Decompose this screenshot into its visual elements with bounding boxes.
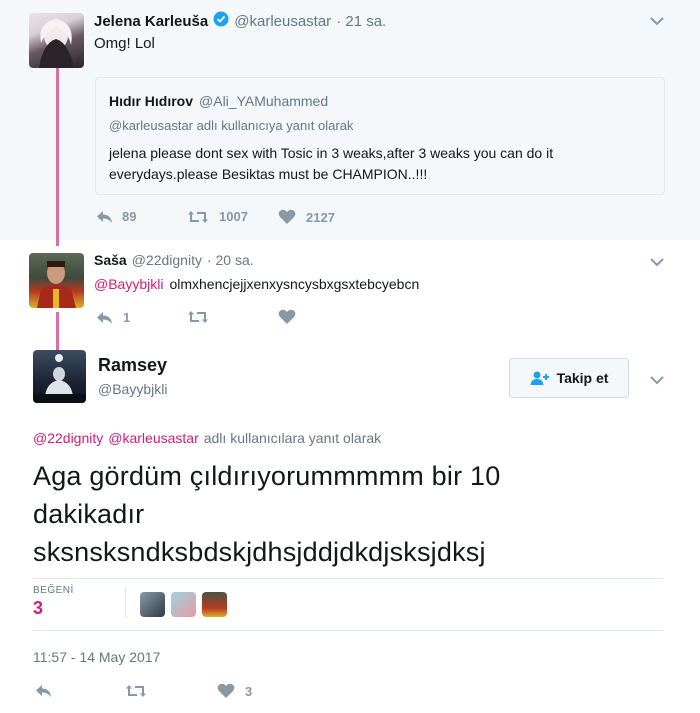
display-name[interactable]: Saša — [94, 252, 127, 268]
avatar[interactable] — [29, 13, 84, 68]
display-name[interactable]: Jelena Karleuša — [94, 13, 208, 30]
retweet-button[interactable] — [187, 310, 209, 324]
quoted-text-line: jelena please dont sex with Tosic in 3 w… — [109, 145, 554, 161]
like-button[interactable] — [278, 309, 296, 325]
quoted-text: jelena please dont sex with Tosic in 3 w… — [109, 143, 553, 185]
reply-context-suffix: adlı kullanıcılara yanıt olarak — [203, 430, 382, 446]
tweet-text-line: dakikadır — [33, 499, 145, 529]
tweet-2-header: Saša @22dignity · 20 sa. — [94, 252, 254, 268]
display-name[interactable]: Ramsey — [98, 355, 167, 376]
retweet-count: 1007 — [219, 209, 248, 224]
retweet-button[interactable]: 1007 — [187, 209, 248, 224]
stat-separator — [125, 588, 126, 618]
retweet-icon — [188, 210, 208, 223]
like-count: 3 — [245, 683, 253, 699]
quoted-header: Hıdır Hıdırov @Ali_YAMuhammed — [109, 93, 328, 109]
mention-link[interactable]: @22dignity — [33, 430, 103, 446]
follow-label: Takip et — [556, 370, 609, 386]
divider — [33, 630, 663, 631]
tweet-text-line: Aga gördüm çıldırıyorummmmm bir 10 — [33, 461, 501, 491]
likes-label: BEĞENİ — [33, 585, 74, 596]
quoted-reply-context: @karleusastar adlı kullanıcıya yanıt ola… — [109, 118, 354, 133]
heart-icon — [278, 309, 296, 324]
handle[interactable]: @22dignity — [132, 252, 202, 268]
reply-button[interactable]: 1 — [95, 310, 130, 325]
quoted-name: Hıdır Hıdırov — [109, 93, 194, 109]
avatar-image — [37, 261, 76, 308]
heart-icon — [278, 209, 296, 224]
mention-link[interactable]: @karleusastar — [108, 430, 198, 446]
timestamp[interactable]: · 21 sa. — [336, 13, 386, 30]
avatar[interactable] — [202, 592, 227, 617]
reply-count: 1 — [123, 310, 131, 325]
timestamp[interactable]: · 20 sa. — [207, 252, 254, 268]
retweet-button[interactable] — [125, 684, 147, 698]
tweet-text: Omg! Lol — [94, 35, 155, 52]
reply-context: @22dignity @karleusastar adlı kullanıcıl… — [33, 430, 381, 446]
thread-connector — [56, 312, 59, 350]
tweet-1-header: Jelena Karleuša @karleusastar · 21 sa. — [94, 11, 386, 32]
avatar-image — [39, 19, 74, 68]
tweet-body: olmxhencjejjxenxysncysbxgsxtebcyebcn — [169, 276, 420, 292]
mention-link[interactable]: @Bayybjkli — [94, 276, 163, 292]
handle[interactable]: @Bayybjkli — [98, 381, 167, 397]
tweet-text: @Bayybjkli olmxhencjejjxenxysncysbxgsxte… — [94, 276, 419, 292]
like-button[interactable]: 2127 — [278, 209, 335, 225]
liker-avatars — [140, 592, 227, 617]
reply-button[interactable] — [34, 684, 53, 698]
quoted-text-line: everydays.please Besiktas must be CHAMPI… — [109, 166, 428, 182]
reply-icon — [97, 210, 112, 223]
reply-icon — [97, 311, 112, 324]
thread-connector — [56, 68, 59, 246]
chevron-down-icon[interactable] — [650, 254, 664, 272]
handle[interactable]: @karleusastar — [234, 13, 331, 30]
tweet-text-line: sksnsksndksbdskjdhsjddjdkdjsksjdksj — [33, 537, 486, 567]
avatar[interactable] — [140, 592, 165, 617]
add-user-icon — [530, 371, 549, 385]
verified-icon — [213, 11, 229, 32]
tweet-timestamp[interactable]: 11:57 - 14 May 2017 — [33, 649, 160, 665]
chevron-down-icon[interactable] — [650, 372, 664, 390]
retweet-icon — [188, 311, 208, 323]
quoted-handle: @Ali_YAMuhammed — [199, 93, 329, 109]
likes-stat[interactable]: BEĞENİ 3 — [33, 585, 74, 619]
heart-icon — [217, 683, 235, 698]
retweet-icon — [126, 685, 146, 697]
follow-button[interactable]: Takip et — [509, 358, 629, 398]
tweet-text: Aga gördüm çıldırıyorummmmm bir 10 dakik… — [33, 457, 500, 571]
reply-button[interactable]: 89 — [95, 209, 136, 224]
divider — [33, 578, 663, 579]
avatar[interactable] — [33, 350, 86, 403]
reply-count: 89 — [122, 209, 137, 224]
reply-icon — [36, 685, 51, 697]
likes-count: 3 — [33, 598, 44, 618]
avatar[interactable] — [171, 592, 196, 617]
avatar[interactable] — [29, 253, 84, 308]
chevron-down-icon[interactable] — [650, 13, 664, 31]
like-button[interactable]: 3 — [217, 683, 252, 699]
avatar-image — [33, 354, 86, 403]
like-count: 2127 — [306, 209, 335, 225]
